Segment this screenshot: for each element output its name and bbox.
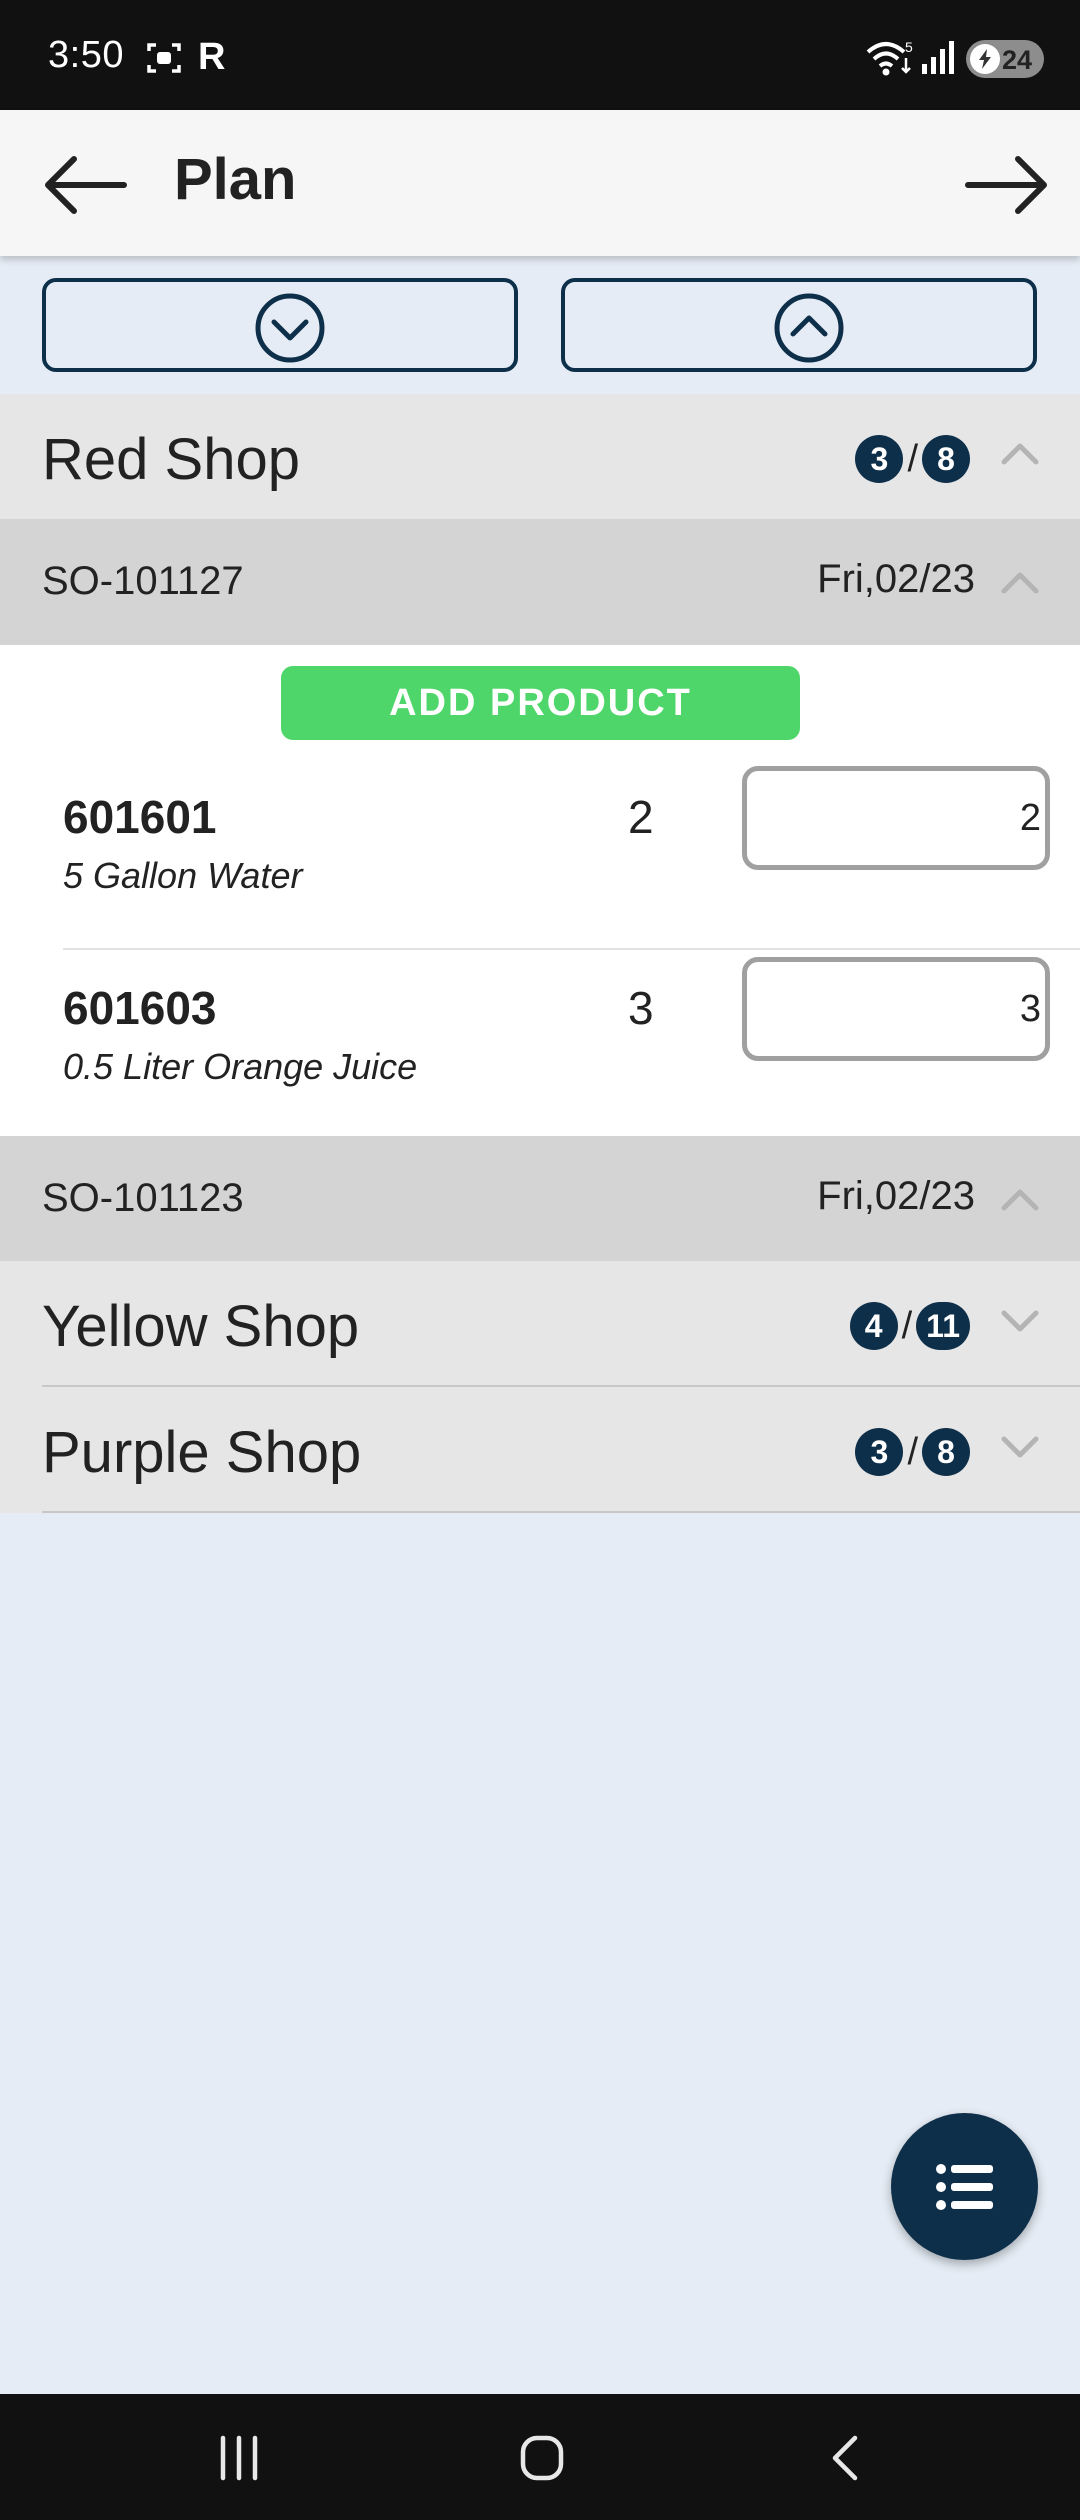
battery-charging-icon: 24 xyxy=(966,40,1044,78)
product-name: 0.5 Liter Orange Juice xyxy=(63,1046,418,1087)
product-row: 601603 0.5 Liter Orange Juice 3 xyxy=(0,951,1080,1141)
shop-header-purple-shop[interactable]: Purple Shop 3 / 8 xyxy=(0,1387,1080,1513)
signal-icon xyxy=(922,41,954,74)
chevron-up-icon[interactable] xyxy=(998,434,1042,474)
order-products-panel: ADD PRODUCT 601601 5 Gallon Water 2 6016… xyxy=(0,645,1080,1136)
chevron-down-circle-icon xyxy=(255,293,325,363)
list-icon xyxy=(936,2164,993,2210)
order-header-so-101127[interactable]: SO-101127 Fri,02/23 xyxy=(0,519,1080,645)
chevron-up-circle-icon xyxy=(774,293,844,363)
product-name: 5 Gallon Water xyxy=(63,855,303,896)
product-row: 601601 5 Gallon Water 2 xyxy=(0,760,1080,950)
done-count-badge: 4 xyxy=(849,1302,898,1350)
shop-header-yellow-shop[interactable]: Yellow Shop 4 / 11 xyxy=(0,1261,1080,1387)
order-header-so-101123[interactable]: SO-101123 Fri,02/23 xyxy=(0,1136,1080,1262)
count-separator: / xyxy=(907,437,918,480)
forward-button[interactable] xyxy=(962,150,1052,220)
order-id: SO-101127 xyxy=(42,559,244,603)
shop-divider xyxy=(42,1511,1080,1513)
carrier-glyph: R xyxy=(198,36,226,78)
product-code: 601603 xyxy=(63,982,217,1034)
shop-name: Purple Shop xyxy=(42,1420,362,1485)
collapse-all-button[interactable] xyxy=(42,278,518,372)
shop-name: Yellow Shop xyxy=(42,1294,360,1359)
done-count-badge: 3 xyxy=(855,1428,904,1476)
shop-name: Red Shop xyxy=(42,427,300,492)
battery-level: 24 xyxy=(1002,45,1033,75)
arrow-right-icon xyxy=(965,156,1047,214)
row-divider xyxy=(63,948,1080,950)
product-code: 601601 xyxy=(63,791,217,843)
total-count-badge: 8 xyxy=(922,435,970,483)
order-date: Fri,02/23 xyxy=(817,557,975,601)
svg-text:5: 5 xyxy=(905,39,913,55)
count-separator: / xyxy=(907,1430,918,1473)
app-bar: Plan xyxy=(0,110,1080,256)
back-button[interactable] xyxy=(40,150,130,220)
screen-record-icon xyxy=(147,43,181,73)
arrow-left-icon xyxy=(45,156,127,214)
total-count-badge: 8 xyxy=(922,1428,970,1476)
shop-progress-counts: 4 / 11 xyxy=(849,1301,970,1351)
shop-progress-counts: 3 / 8 xyxy=(855,1427,970,1477)
chevron-up-icon[interactable] xyxy=(998,1180,1042,1220)
chevron-up-icon[interactable] xyxy=(998,563,1042,603)
back-nav-icon[interactable] xyxy=(815,2430,875,2486)
planned-quantity: 3 xyxy=(628,982,654,1034)
chevron-down-icon[interactable] xyxy=(998,1301,1042,1341)
system-nav-bar xyxy=(0,2394,1080,2520)
planned-quantity: 2 xyxy=(628,791,654,843)
list-fab-button[interactable] xyxy=(891,2113,1038,2260)
shop-header-red-shop[interactable]: Red Shop 3 / 8 xyxy=(0,394,1080,520)
charging-bolt-icon xyxy=(970,44,1000,74)
quantity-input[interactable] xyxy=(742,766,1050,870)
wifi-icon: 5 xyxy=(866,39,913,76)
home-icon[interactable] xyxy=(512,2430,572,2486)
recents-icon[interactable] xyxy=(209,2430,269,2486)
order-id: SO-101123 xyxy=(42,1176,244,1220)
order-date: Fri,02/23 xyxy=(817,1174,975,1218)
status-bar: 3:50 R 5 24 xyxy=(0,0,1080,110)
quantity-input[interactable] xyxy=(742,957,1050,1061)
chevron-down-icon[interactable] xyxy=(998,1427,1042,1467)
page-title: Plan xyxy=(174,147,297,212)
shop-progress-counts: 3 / 8 xyxy=(855,434,970,484)
done-count-badge: 3 xyxy=(855,435,904,483)
count-separator: / xyxy=(901,1304,913,1347)
expand-all-button[interactable] xyxy=(561,278,1037,372)
status-time: 3:50 xyxy=(48,34,124,76)
toolbar xyxy=(0,256,1080,394)
total-count-badge: 11 xyxy=(916,1302,970,1350)
add-product-button[interactable]: ADD PRODUCT xyxy=(281,666,800,740)
